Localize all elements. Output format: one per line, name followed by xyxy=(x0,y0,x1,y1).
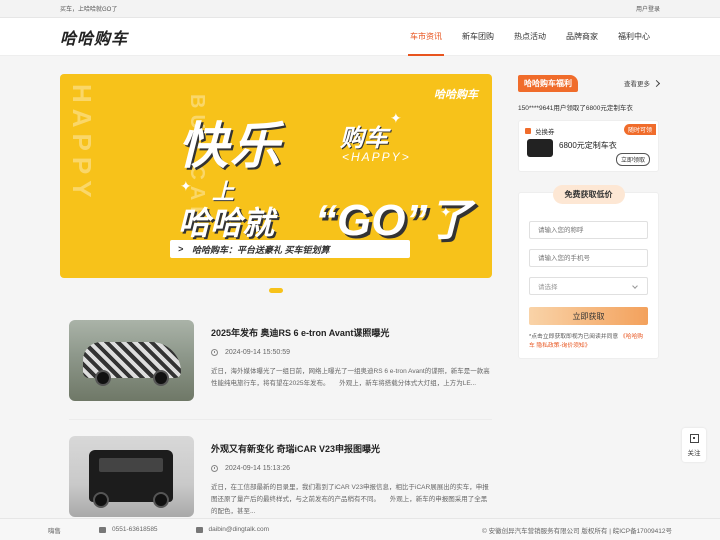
footer-copyright: © 安徽创异汽车营销服务有限公司 版权所有 | 皖ICP备17009412号 xyxy=(482,527,672,535)
coupon-card[interactable]: 兑换券 随时可领 6800元定制车衣 立即领取 xyxy=(518,120,659,172)
news-thumbnail[interactable] xyxy=(69,320,194,401)
price-form: 免费获取低价 请选择 立即获取 *点击立即获取即视为已阅读并同意 《哈哈购车 隐… xyxy=(518,185,659,359)
footer: 嗨售 0551-63618585 daibin@dingtalk.com © 安… xyxy=(0,518,720,540)
nav-item-group-buy[interactable]: 新车团购 xyxy=(452,18,504,56)
banner-logo: 哈哈购车 xyxy=(434,89,478,101)
news-item[interactable]: 2025年发布 奥迪RS 6 e-tron Avant谍照曝光 2024-09-… xyxy=(69,320,492,420)
news-time-text: 2024-09-14 15:13:26 xyxy=(225,465,290,472)
footer-email-text: daibin@dingtalk.com xyxy=(208,526,269,533)
carousel-indicator xyxy=(60,278,492,302)
promo-banner[interactable]: HAPPY BUY CAR 哈哈购车 快乐 购车 <HAPPY> 上 哈哈就 “… xyxy=(60,74,492,278)
banner-slogan: 哈哈购车：平台送豪礼 买车钜划算 xyxy=(170,240,410,258)
banner-headline-1: 快乐 xyxy=(178,118,282,174)
view-more-label: 查看更多 xyxy=(624,81,650,88)
name-input[interactable] xyxy=(529,221,648,239)
welfare-header: 哈哈购车福利 查看更多 xyxy=(518,74,661,92)
news-title[interactable]: 2025年发布 奥迪RS 6 e-tron Avant谍照曝光 xyxy=(211,326,492,339)
banner-happy: <HAPPY> xyxy=(342,150,411,164)
model-select[interactable]: 请选择 xyxy=(529,277,648,295)
main-content: HAPPY BUY CAR 哈哈购车 快乐 购车 <HAPPY> 上 哈哈就 “… xyxy=(60,74,492,540)
sidebar: 哈哈购车福利 查看更多 150****9641用户领取了6800元定制车衣 兑换… xyxy=(518,74,661,359)
get-price-button[interactable]: 立即获取 xyxy=(529,307,648,325)
news-time-text: 2024-09-14 15:50:59 xyxy=(225,349,290,356)
agreement-text: *点击立即获取即视为已阅读并同意 《哈哈购车 隐私政策-询价须知》 xyxy=(529,333,648,351)
form-title: 免费获取低价 xyxy=(552,185,625,204)
top-bar: 买车，上哈哈就GO了 用户登录 xyxy=(0,0,720,18)
nav-item-events[interactable]: 热点活动 xyxy=(504,18,556,56)
wheel-icon xyxy=(153,492,169,508)
nav-item-news[interactable]: 车市资讯 xyxy=(400,18,452,56)
coupon-label: 兑换券 xyxy=(525,126,555,136)
select-placeholder: 请选择 xyxy=(538,284,558,291)
banner-headline-2: 哈哈就 xyxy=(178,205,275,241)
footer-email: daibin@dingtalk.com xyxy=(195,526,269,533)
chevron-right-icon xyxy=(652,79,661,87)
agreement-prefix: *点击立即获取即视为已阅读并同意 xyxy=(529,334,619,340)
mail-icon xyxy=(195,526,203,533)
sparkle-icon: ✦ xyxy=(390,110,402,126)
top-slogan: 买车，上哈哈就GO了 xyxy=(60,7,118,13)
news-title[interactable]: 外观又有新变化 奇瑞iCAR V23申报图曝光 xyxy=(211,442,492,455)
news-thumbnail[interactable] xyxy=(69,436,194,517)
gift-icon xyxy=(525,128,531,134)
nav-item-brands[interactable]: 品牌商家 xyxy=(556,18,608,56)
coupon-label-text: 兑换券 xyxy=(535,129,555,136)
user-login-link[interactable]: 用户登录 xyxy=(636,4,660,13)
footer-phone: 0551-63618585 xyxy=(99,526,158,533)
coupon-text: 6800元定制车衣 xyxy=(559,141,617,150)
news-description: 近日，海外媒体曝光了一组日前，网络上曝光了一组奥迪RS 6 e-tron Ava… xyxy=(211,368,490,387)
view-more-link[interactable]: 查看更多 xyxy=(624,78,661,88)
claim-now-button[interactable]: 立即领取 xyxy=(615,153,650,166)
car-cover-image xyxy=(527,139,553,157)
clock-icon xyxy=(211,465,218,472)
sparkle-icon: ✦ xyxy=(440,204,452,220)
qrcode-icon xyxy=(689,433,699,443)
wheel-icon xyxy=(153,370,169,386)
news-time: 2024-09-14 15:50:59 xyxy=(211,349,492,356)
follow-label: 关注 xyxy=(687,449,701,457)
news-time: 2024-09-14 15:13:26 xyxy=(211,465,492,472)
banner-headline-1b: 购车 xyxy=(340,125,388,152)
clock-icon xyxy=(211,349,218,356)
footer-company-short: 嗨售 xyxy=(48,527,61,535)
news-description: 近日，在工信部最新的目录里，我们看到了iCAR V23申报信息，相比于iCAR展… xyxy=(211,484,489,515)
chevron-down-icon xyxy=(632,283,638,289)
footer-phone-text: 0551-63618585 xyxy=(112,526,158,533)
nav-item-welfare[interactable]: 福利中心 xyxy=(608,18,660,56)
header: 哈哈购车 车市资讯 新车团购 热点活动 品牌商家 福利中心 xyxy=(0,18,720,56)
banner-bg-happy: HAPPY xyxy=(67,84,97,204)
follow-button[interactable]: 关注 xyxy=(682,428,706,462)
phone-icon xyxy=(99,526,106,533)
site-logo[interactable]: 哈哈购车 xyxy=(60,25,128,49)
welfare-message: 150****9641用户领取了6800元定制车衣 xyxy=(518,105,633,112)
carousel-dot[interactable] xyxy=(269,287,283,293)
coupon-badge: 随时可领 xyxy=(623,124,656,135)
phone-input[interactable] xyxy=(529,249,648,267)
sparkle-icon: ✦ xyxy=(180,178,192,194)
welfare-tag: 哈哈购车福利 xyxy=(518,74,578,92)
wheel-icon xyxy=(93,492,109,508)
main-nav: 车市资讯 新车团购 热点活动 品牌商家 福利中心 xyxy=(400,18,660,56)
news-list: 2025年发布 奥迪RS 6 e-tron Avant谍照曝光 2024-09-… xyxy=(60,320,492,536)
wheel-icon xyxy=(95,370,111,386)
